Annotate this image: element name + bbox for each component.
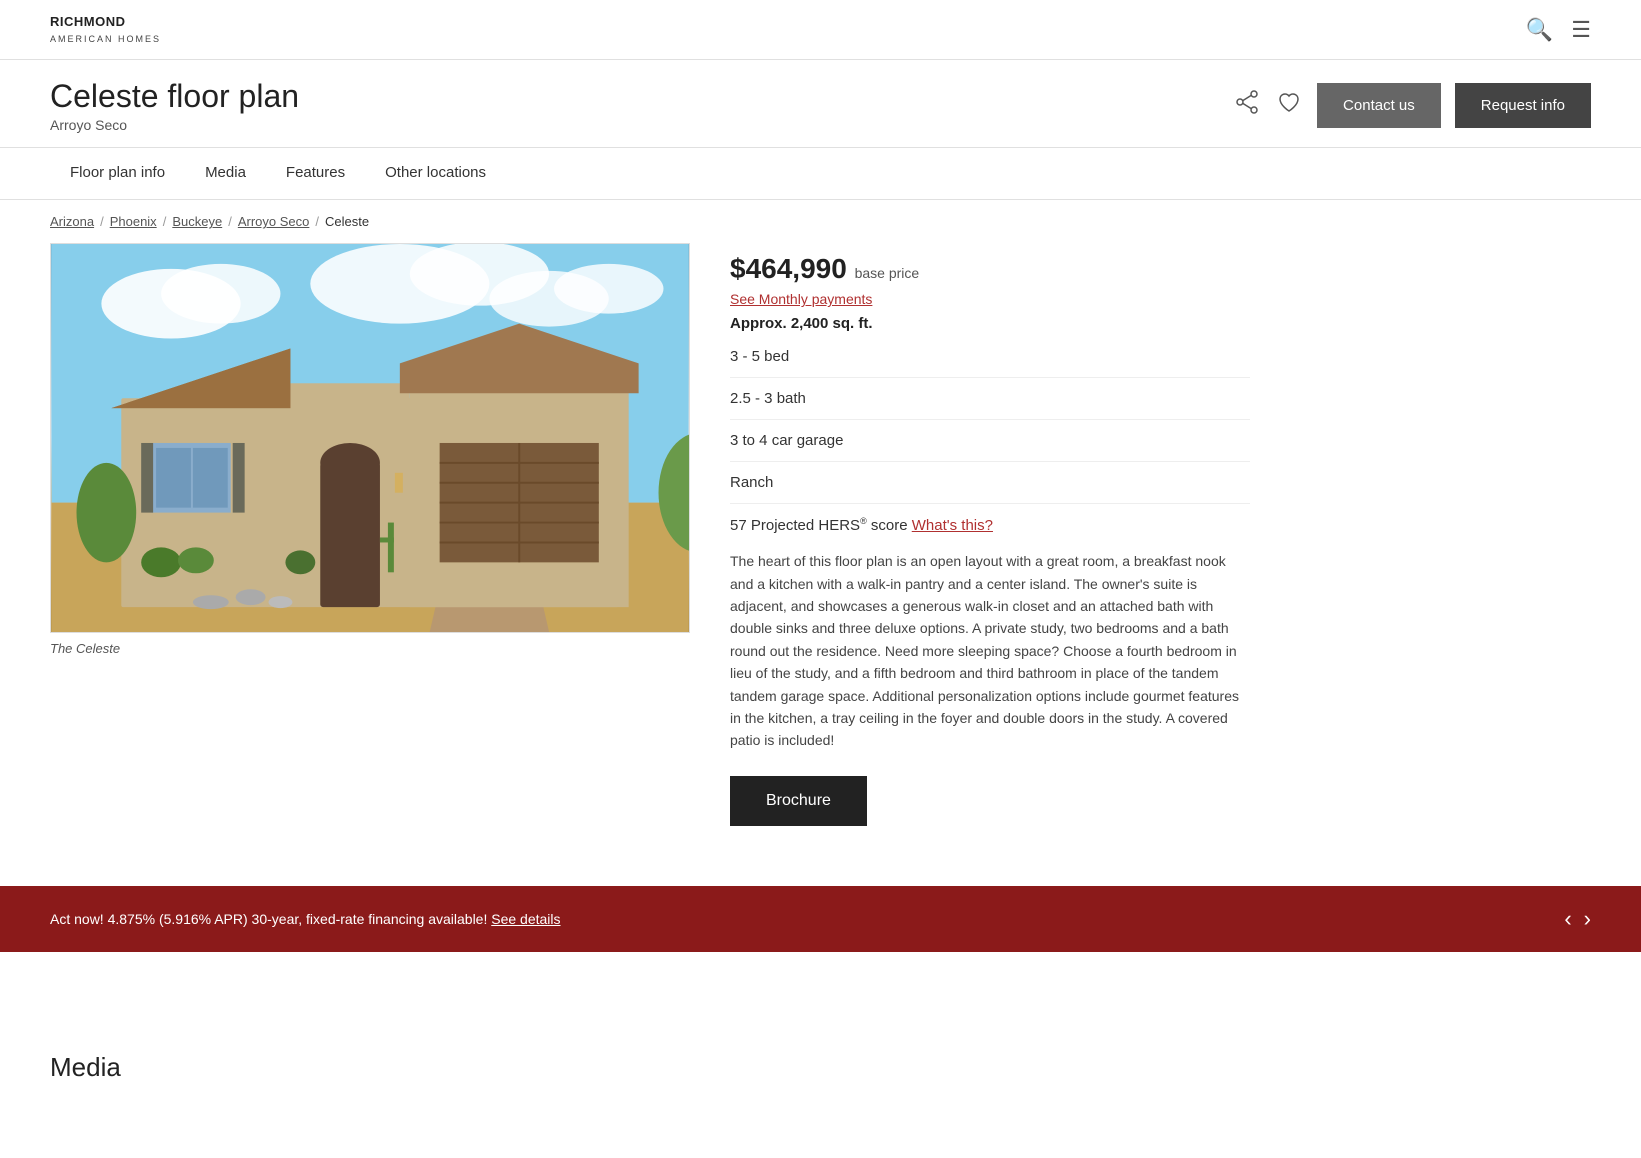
brochure-button[interactable]: Brochure [730, 776, 867, 826]
price-value: $464,990 [730, 253, 847, 284]
request-info-button[interactable]: Request info [1455, 83, 1591, 128]
property-description: The heart of this floor plan is an open … [730, 550, 1250, 752]
banner-next-arrow[interactable]: › [1584, 906, 1591, 932]
hers-score: 57 Projected HERS [730, 517, 860, 534]
site-logo: RICHMOND AMERICAN HOMES [50, 14, 161, 45]
details-section: $464,990 base price See Monthly payments… [730, 243, 1250, 826]
share-icon[interactable] [1233, 88, 1261, 123]
header-actions: 🔍 ☰ [1526, 17, 1591, 43]
style-spec: Ranch [730, 474, 1250, 504]
image-section: The Celeste [50, 243, 690, 826]
financing-message: Act now! 4.875% (5.916% APR) 30-year, fi… [50, 911, 487, 927]
site-header: RICHMOND AMERICAN HOMES 🔍 ☰ [0, 0, 1641, 60]
financing-see-details-link[interactable]: See details [491, 911, 560, 927]
bed-spec: 3 - 5 bed [730, 348, 1250, 378]
hers-whatsthis-link[interactable]: What's this? [912, 517, 993, 534]
tab-floor-plan-info[interactable]: Floor plan info [50, 148, 185, 200]
media-heading: Media [50, 1052, 1591, 1083]
bath-spec: 2.5 - 3 bath [730, 390, 1250, 420]
title-bar: Celeste floor plan Arroyo Seco Contact u… [0, 60, 1641, 148]
tab-media[interactable]: Media [185, 148, 266, 200]
title-bar-actions: Contact us Request info [1233, 83, 1591, 128]
community-name: Arroyo Seco [50, 117, 299, 133]
contact-us-button[interactable]: Contact us [1317, 83, 1441, 128]
floor-plan-title: Celeste floor plan [50, 78, 299, 115]
property-image [50, 243, 690, 633]
favorite-icon[interactable] [1275, 88, 1303, 123]
breadcrumb: Arizona / Phoenix / Buckeye / Arroyo Sec… [0, 200, 1641, 243]
breadcrumb-arizona[interactable]: Arizona [50, 214, 94, 229]
banner-prev-arrow[interactable]: ‹ [1564, 906, 1571, 932]
financing-text: Act now! 4.875% (5.916% APR) 30-year, fi… [50, 911, 561, 927]
menu-icon[interactable]: ☰ [1571, 17, 1591, 43]
square-footage: Approx. 2,400 sq. ft. [730, 315, 1250, 332]
breadcrumb-celeste: Celeste [325, 214, 369, 229]
banner-arrows: ‹ › [1564, 906, 1591, 932]
image-caption: The Celeste [50, 641, 690, 656]
price-block: $464,990 base price [730, 253, 1250, 285]
breadcrumb-phoenix[interactable]: Phoenix [110, 214, 157, 229]
search-icon[interactable]: 🔍 [1526, 17, 1553, 43]
hers-suffix: score [867, 517, 912, 534]
logo-line1: RICHMOND [50, 14, 126, 29]
tab-features[interactable]: Features [266, 148, 365, 200]
main-content: The Celeste $464,990 base price See Mont… [0, 243, 1300, 866]
hers-block: 57 Projected HERS® score What's this? [730, 516, 1250, 534]
logo-line2: AMERICAN HOMES [50, 34, 161, 44]
tab-other-locations[interactable]: Other locations [365, 148, 506, 200]
breadcrumb-buckeye[interactable]: Buckeye [172, 214, 222, 229]
media-section: Media [0, 1012, 1641, 1123]
garage-spec: 3 to 4 car garage [730, 432, 1250, 462]
monthly-payments-link[interactable]: See Monthly payments [730, 291, 1250, 307]
financing-banner: Act now! 4.875% (5.916% APR) 30-year, fi… [0, 886, 1641, 952]
breadcrumb-arroyo-seco[interactable]: Arroyo Seco [238, 214, 310, 229]
floor-plan-title-block: Celeste floor plan Arroyo Seco [50, 78, 299, 133]
price-label: base price [855, 265, 920, 281]
nav-tabs: Floor plan info Media Features Other loc… [0, 148, 1641, 200]
